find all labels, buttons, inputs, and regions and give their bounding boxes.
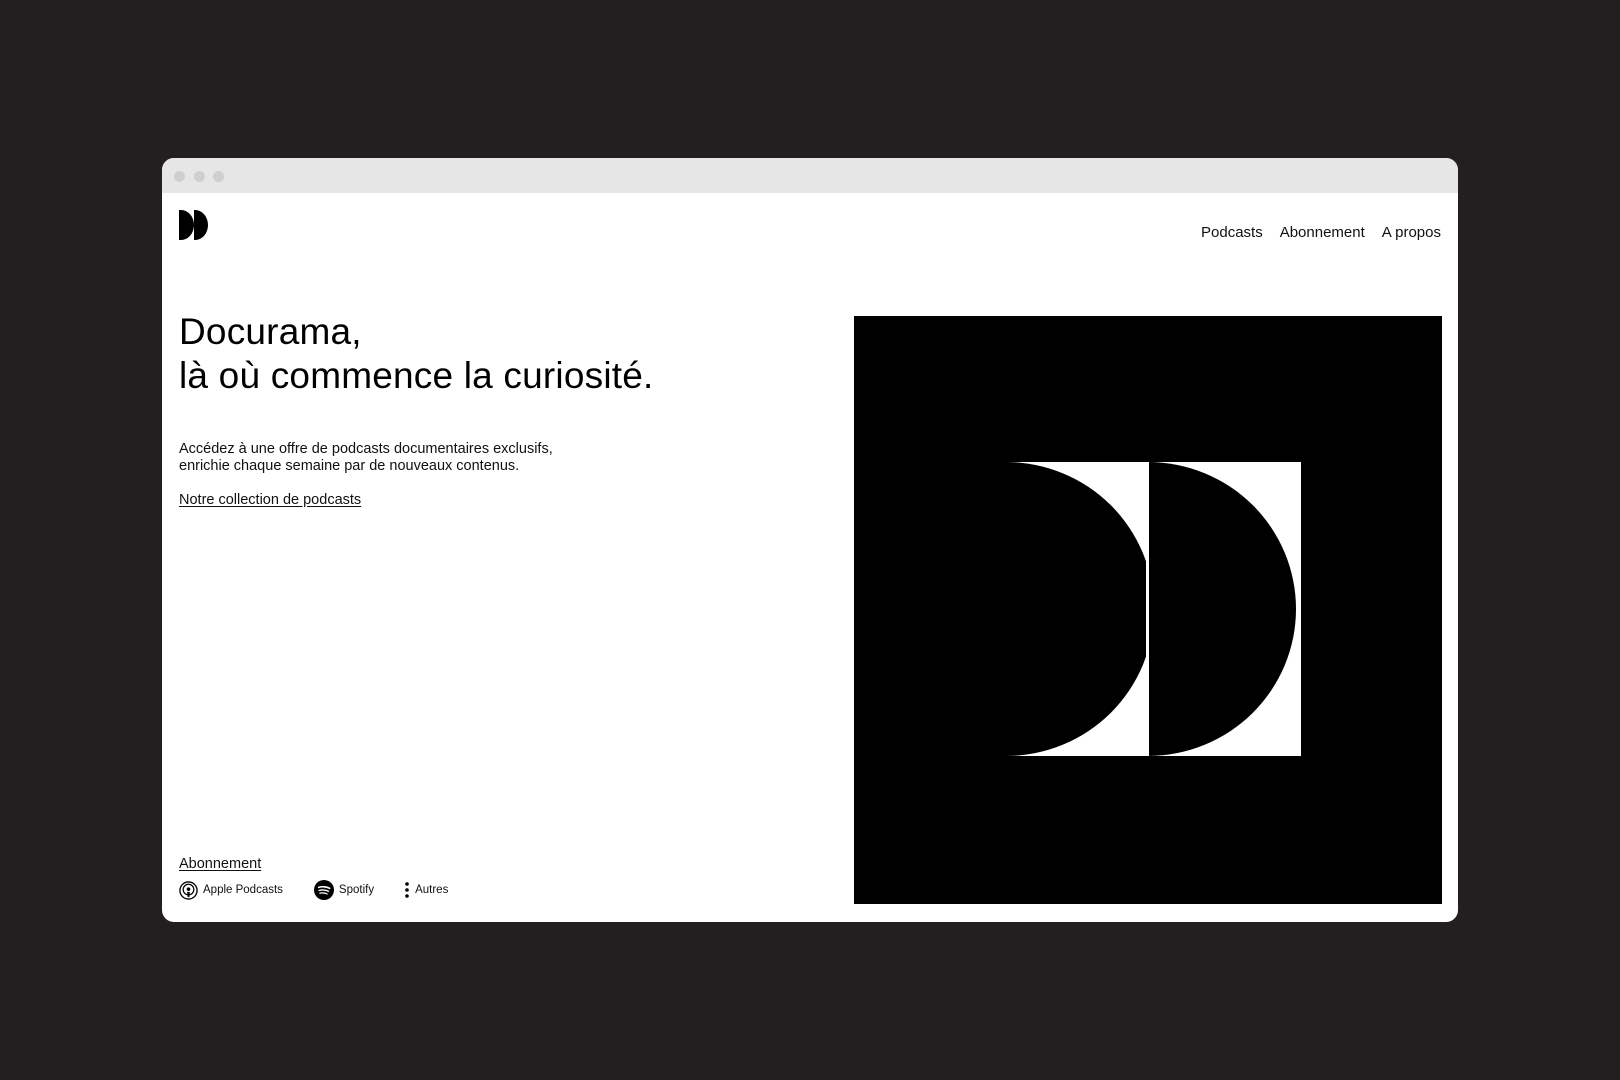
more-vertical-icon [404,881,410,899]
main-nav: Podcasts Abonnement A propos [1201,224,1441,241]
platform-autres[interactable]: Autres [404,881,448,899]
platform-apple-podcasts-label: Apple Podcasts [203,884,283,896]
window-titlebar [162,158,1458,193]
docurama-artwork [854,316,1442,904]
nav-item-a-propos[interactable]: A propos [1382,224,1441,241]
window-maximize-button[interactable] [213,171,224,182]
hero-intro: Accédez à une offre de podcasts document… [179,441,553,475]
nav-item-podcasts[interactable]: Podcasts [1201,224,1263,241]
subscribe-link[interactable]: Abonnement [179,856,261,872]
collection-link[interactable]: Notre collection de podcasts [179,492,361,508]
hero-headline: Docurama, là où commence la curiosité. [179,310,653,398]
platform-apple-podcasts[interactable]: Apple Podcasts [179,880,283,900]
nav-item-abonnement[interactable]: Abonnement [1280,224,1365,241]
docurama-logo-icon[interactable] [179,210,209,240]
browser-window: Podcasts Abonnement A propos Docurama, l… [162,158,1458,922]
hero-headline-line-1: Docurama, [179,311,362,352]
platform-spotify-label: Spotify [338,884,375,896]
spotify-icon [313,880,334,900]
hero-intro-line-2: enrichie chaque semaine par de nouveaux … [179,458,520,474]
platform-list: Apple Podcasts Spotify Autres [179,880,448,900]
apple-podcasts-icon [179,880,198,900]
hero-headline-line-2: là où commence la curiosité. [179,355,654,396]
hero-intro-line-1: Accédez à une offre de podcasts document… [179,441,553,457]
platform-autres-label: Autres [415,884,449,896]
window-close-button[interactable] [174,171,185,182]
platform-spotify[interactable]: Spotify [313,880,375,900]
docurama-double-d-artwork [854,316,1442,904]
window-minimize-button[interactable] [194,171,205,182]
